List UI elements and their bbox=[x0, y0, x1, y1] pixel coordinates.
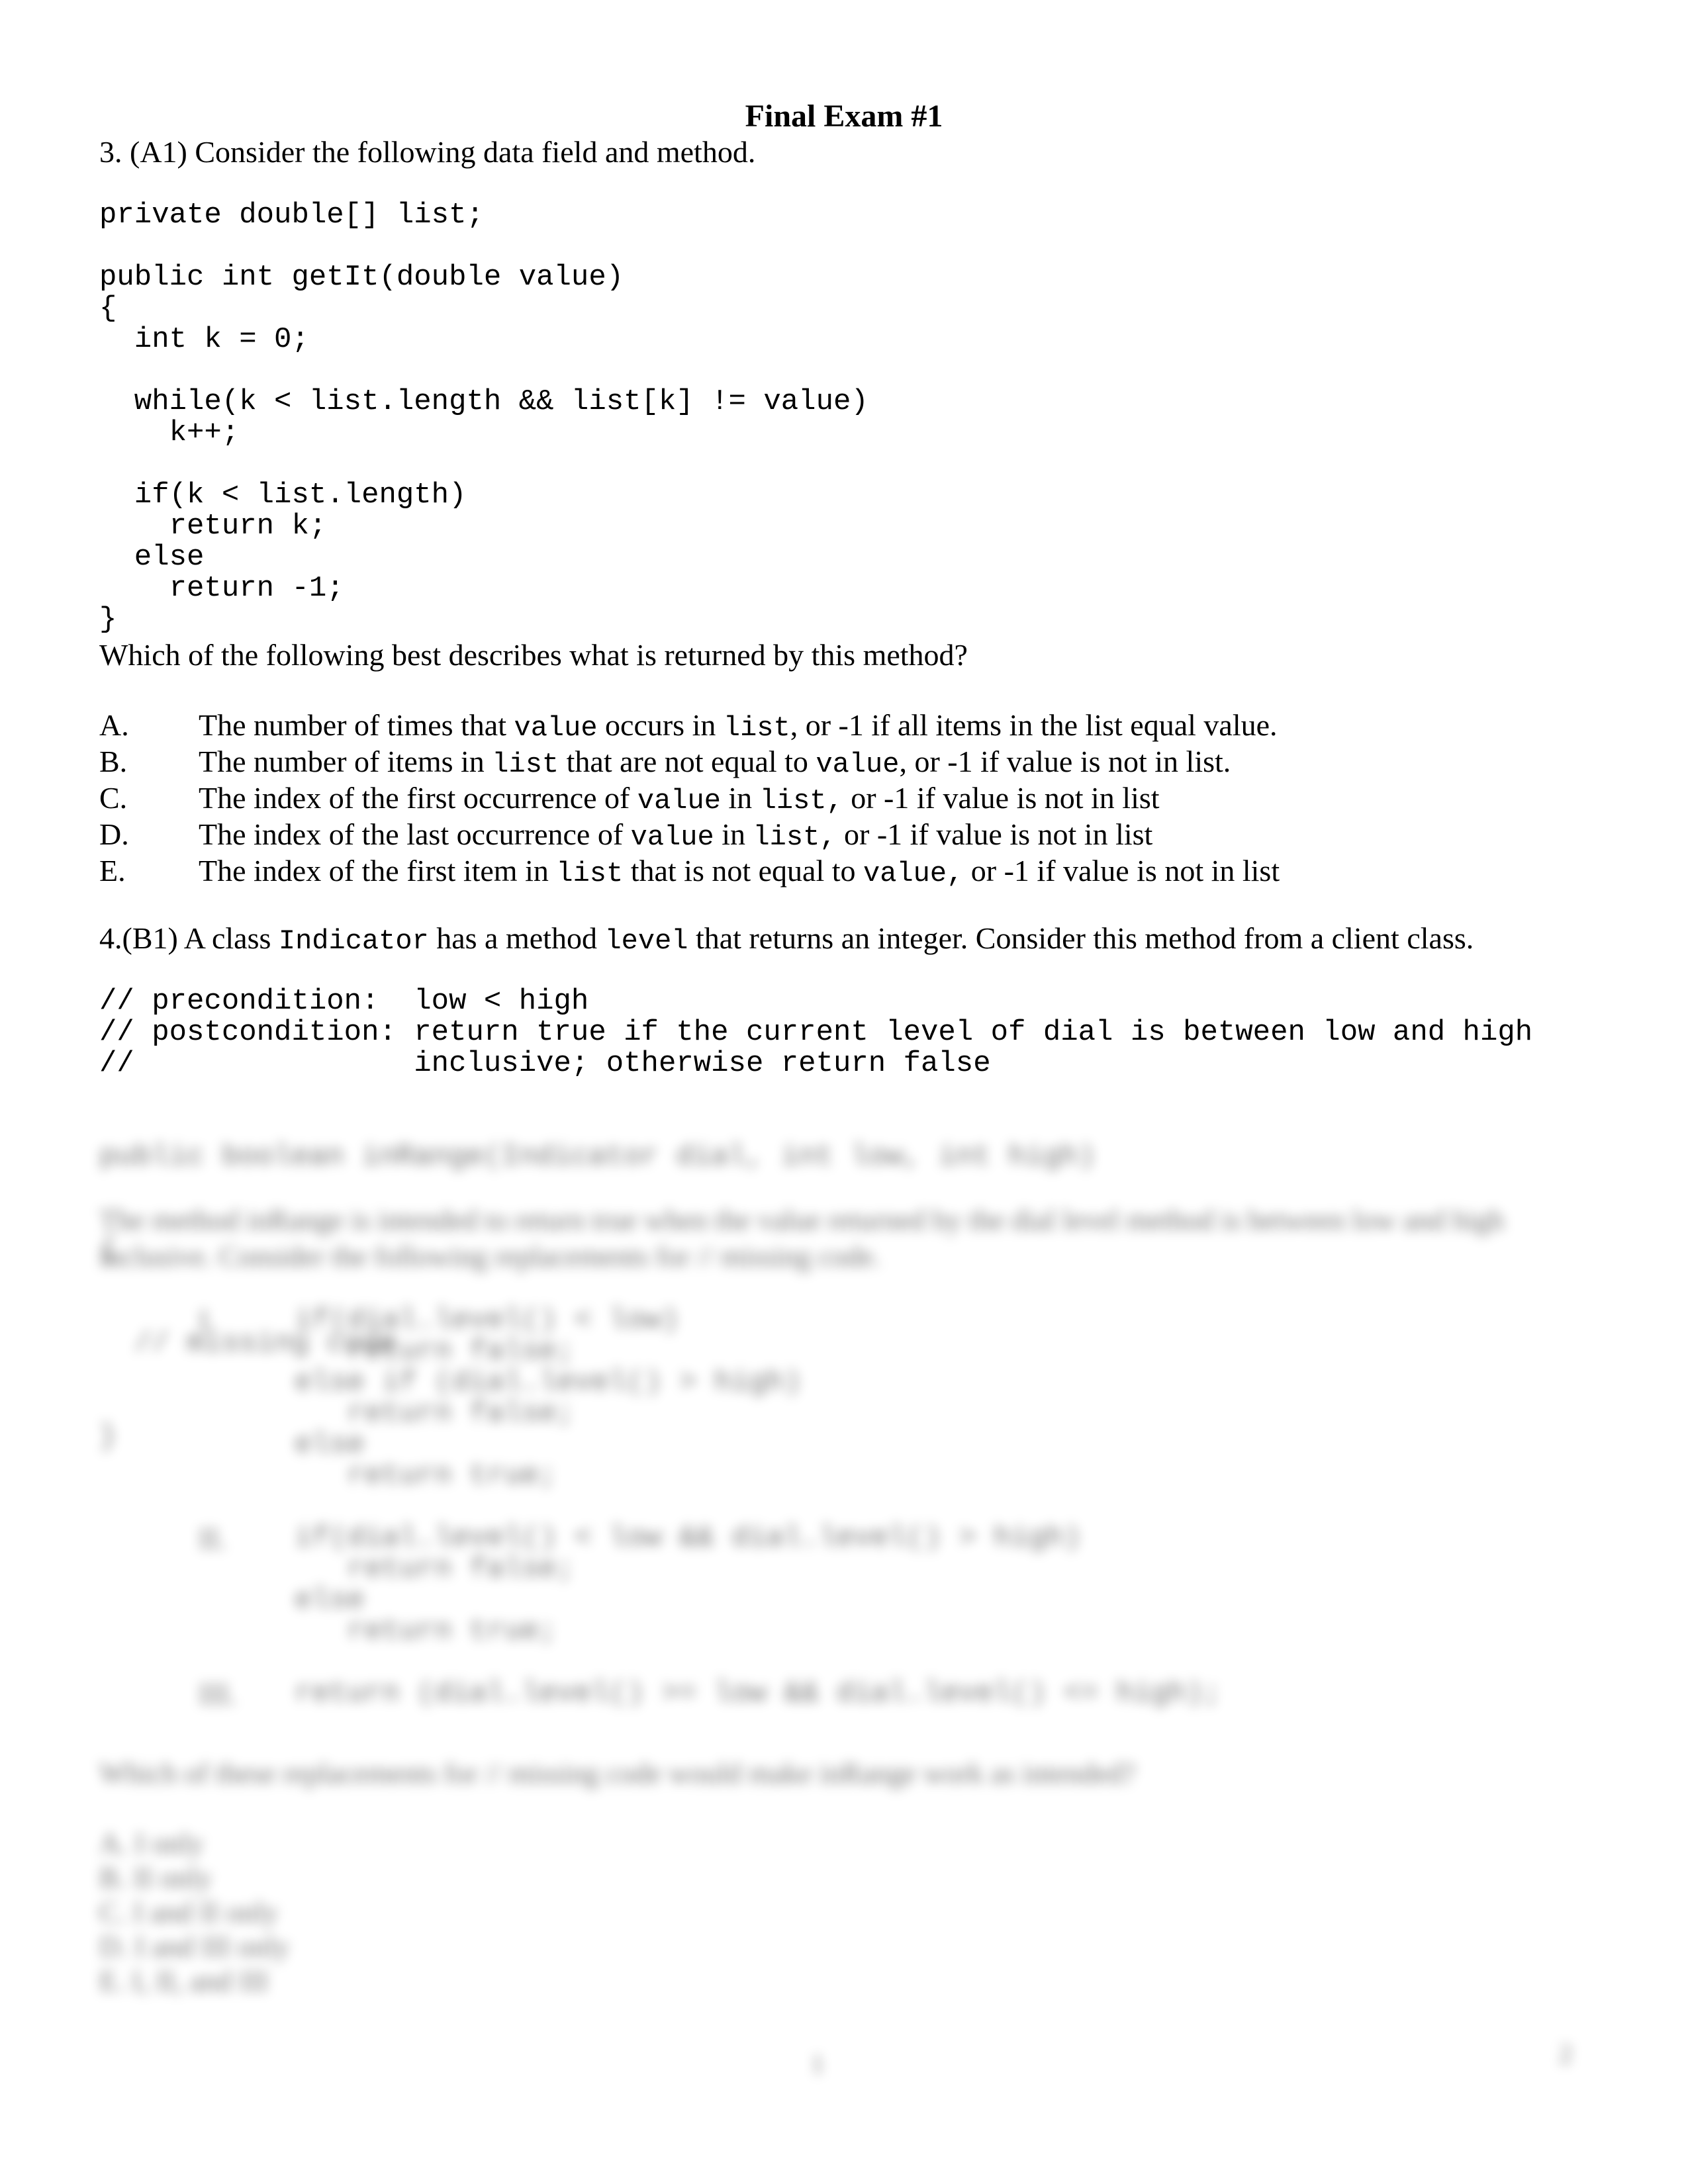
answer-option: D. I and III only bbox=[99, 1931, 290, 1963]
code-line: else bbox=[295, 1428, 365, 1461]
comment-line: // precondition: low < high bbox=[99, 985, 589, 1018]
q4-description-line-1: The method inRange is intended to return… bbox=[99, 1204, 1505, 1236]
code-line: int k = 0; bbox=[99, 323, 309, 356]
code-line: else if (dial.level() > high) bbox=[295, 1366, 802, 1399]
inline-code: level bbox=[604, 925, 688, 957]
option-text: that are not equal to bbox=[559, 745, 816, 778]
answer-option: B. The number of items in list that are n… bbox=[99, 743, 1231, 780]
comment-line: // inclusive; otherwise return false bbox=[99, 1047, 991, 1080]
option-text: or -1 if value is not in list bbox=[963, 854, 1280, 887]
inline-code: list bbox=[723, 712, 790, 744]
code-line: return (dial.level() >= low && dial.leve… bbox=[295, 1677, 1221, 1710]
roman-numeral: III. bbox=[199, 1677, 237, 1711]
code-line: if(k < list.length) bbox=[99, 478, 467, 512]
replacement-item: I. if(dial.level() < low) return false; el… bbox=[199, 1305, 802, 1492]
code-line: else bbox=[99, 541, 205, 574]
code-line: if(dial.level() < low) bbox=[295, 1304, 679, 1337]
answer-option: A. I only bbox=[99, 1827, 204, 1860]
option-text: or -1 if value is not in list bbox=[836, 817, 1153, 851]
page-number: 2 bbox=[1559, 2039, 1572, 2069]
option-text: occurs in bbox=[597, 708, 724, 742]
inline-code: list bbox=[556, 858, 624, 889]
option-text: The number of times that bbox=[199, 708, 514, 742]
replacement-item: III. return (dial.level() >= low && dial.… bbox=[199, 1677, 1221, 1711]
q3-question: Which of the following best describes wh… bbox=[99, 638, 968, 672]
option-text: , or -1 if all items in the list equal v… bbox=[790, 708, 1278, 742]
inline-code: value bbox=[514, 712, 598, 744]
option-text: or -1 if value is not in list bbox=[843, 781, 1160, 815]
q3-prompt: 3. (A1) Consider the following data fiel… bbox=[99, 135, 756, 169]
code-line: } bbox=[99, 603, 117, 636]
answer-option: B. II only bbox=[99, 1862, 212, 1894]
option-text: The index of the last occurrence of bbox=[199, 817, 631, 851]
option-text: The number of items in bbox=[199, 745, 492, 778]
answer-option: E. The index of the first item in list th… bbox=[99, 852, 1280, 889]
option-text: The index of the first occurrence of bbox=[199, 781, 637, 815]
q4-comment-block: // precondition: low < high// postcondit… bbox=[99, 986, 1532, 1079]
answer-option: C. I and II only bbox=[99, 1896, 279, 1929]
code-line: if(dial.level() < low && dial.level() > … bbox=[295, 1522, 1082, 1555]
answer-option: A. The number of times that value occurs … bbox=[99, 707, 1278, 744]
code-line: while(k < list.length && list[k] != valu… bbox=[99, 385, 868, 418]
option-letter: C. bbox=[99, 781, 128, 815]
answer-option: D. The index of the last occurrence of va… bbox=[99, 816, 1153, 853]
inline-code: value, bbox=[863, 858, 964, 889]
comment-line: // postcondition: return true if the cur… bbox=[99, 1016, 1533, 1049]
code-line: else bbox=[295, 1584, 365, 1617]
q3-field-declaration: private double[] list; bbox=[99, 199, 484, 232]
replacement-item: II. if(dial.level() < low && dial.level()… bbox=[199, 1523, 1081, 1647]
inline-code: value bbox=[816, 749, 900, 780]
roman-numeral: II. bbox=[199, 1522, 227, 1555]
code-line: return true; bbox=[295, 1615, 557, 1648]
prompt-text: that returns an integer. Consider this m… bbox=[688, 921, 1474, 955]
inline-code: list, bbox=[753, 821, 837, 853]
option-letter: B. bbox=[99, 745, 128, 778]
inline-code: list, bbox=[759, 785, 843, 817]
prompt-text: has a method bbox=[428, 921, 605, 955]
inline-code: Indicator bbox=[278, 925, 429, 957]
code-line: return k; bbox=[99, 510, 327, 543]
document-title: Final Exam #1 bbox=[745, 99, 943, 134]
code-line: k++; bbox=[99, 416, 240, 449]
option-letter: D. bbox=[99, 817, 129, 851]
option-text: The index of the first item in bbox=[199, 854, 557, 887]
option-text: that is not equal to bbox=[623, 854, 864, 887]
option-letter: E. bbox=[99, 854, 126, 887]
option-text: in bbox=[720, 781, 760, 815]
code-line: public boolean inRange(Indicator dial, i… bbox=[99, 1140, 1096, 1173]
q4-prompt: 4.(B1) A class Indicator has a method le… bbox=[99, 923, 1474, 957]
inline-code: value bbox=[630, 821, 714, 853]
inline-code: list bbox=[492, 749, 559, 780]
answer-option: C. The index of the first occurrence of v… bbox=[99, 780, 1160, 817]
q4-question: Which of these replacements for // missi… bbox=[99, 1757, 1136, 1790]
roman-numeral: I. bbox=[199, 1304, 216, 1338]
code-line: return false; bbox=[295, 1397, 575, 1430]
q4-description-line-2: inclusive. Consider the following replac… bbox=[99, 1240, 881, 1273]
code-line: return false; bbox=[295, 1335, 575, 1368]
inline-code: value bbox=[637, 785, 721, 817]
prompt-text: 4.(B1) A class bbox=[99, 921, 279, 955]
option-letter: A. bbox=[99, 708, 129, 742]
page-footer-center: 1 bbox=[811, 2049, 824, 2079]
answer-option: E. I, II, and III bbox=[99, 1965, 269, 1997]
code-line: { bbox=[99, 292, 117, 325]
q3-code-block: public int getIt(double value){ int k = … bbox=[99, 262, 868, 635]
code-line: public int getIt(double value) bbox=[99, 261, 624, 294]
code-line: return -1; bbox=[99, 572, 344, 605]
option-text: in bbox=[714, 817, 753, 851]
code-line: return true; bbox=[295, 1459, 557, 1492]
code-line: return false; bbox=[295, 1553, 575, 1586]
option-text: , or -1 if value is not in list. bbox=[899, 745, 1231, 778]
